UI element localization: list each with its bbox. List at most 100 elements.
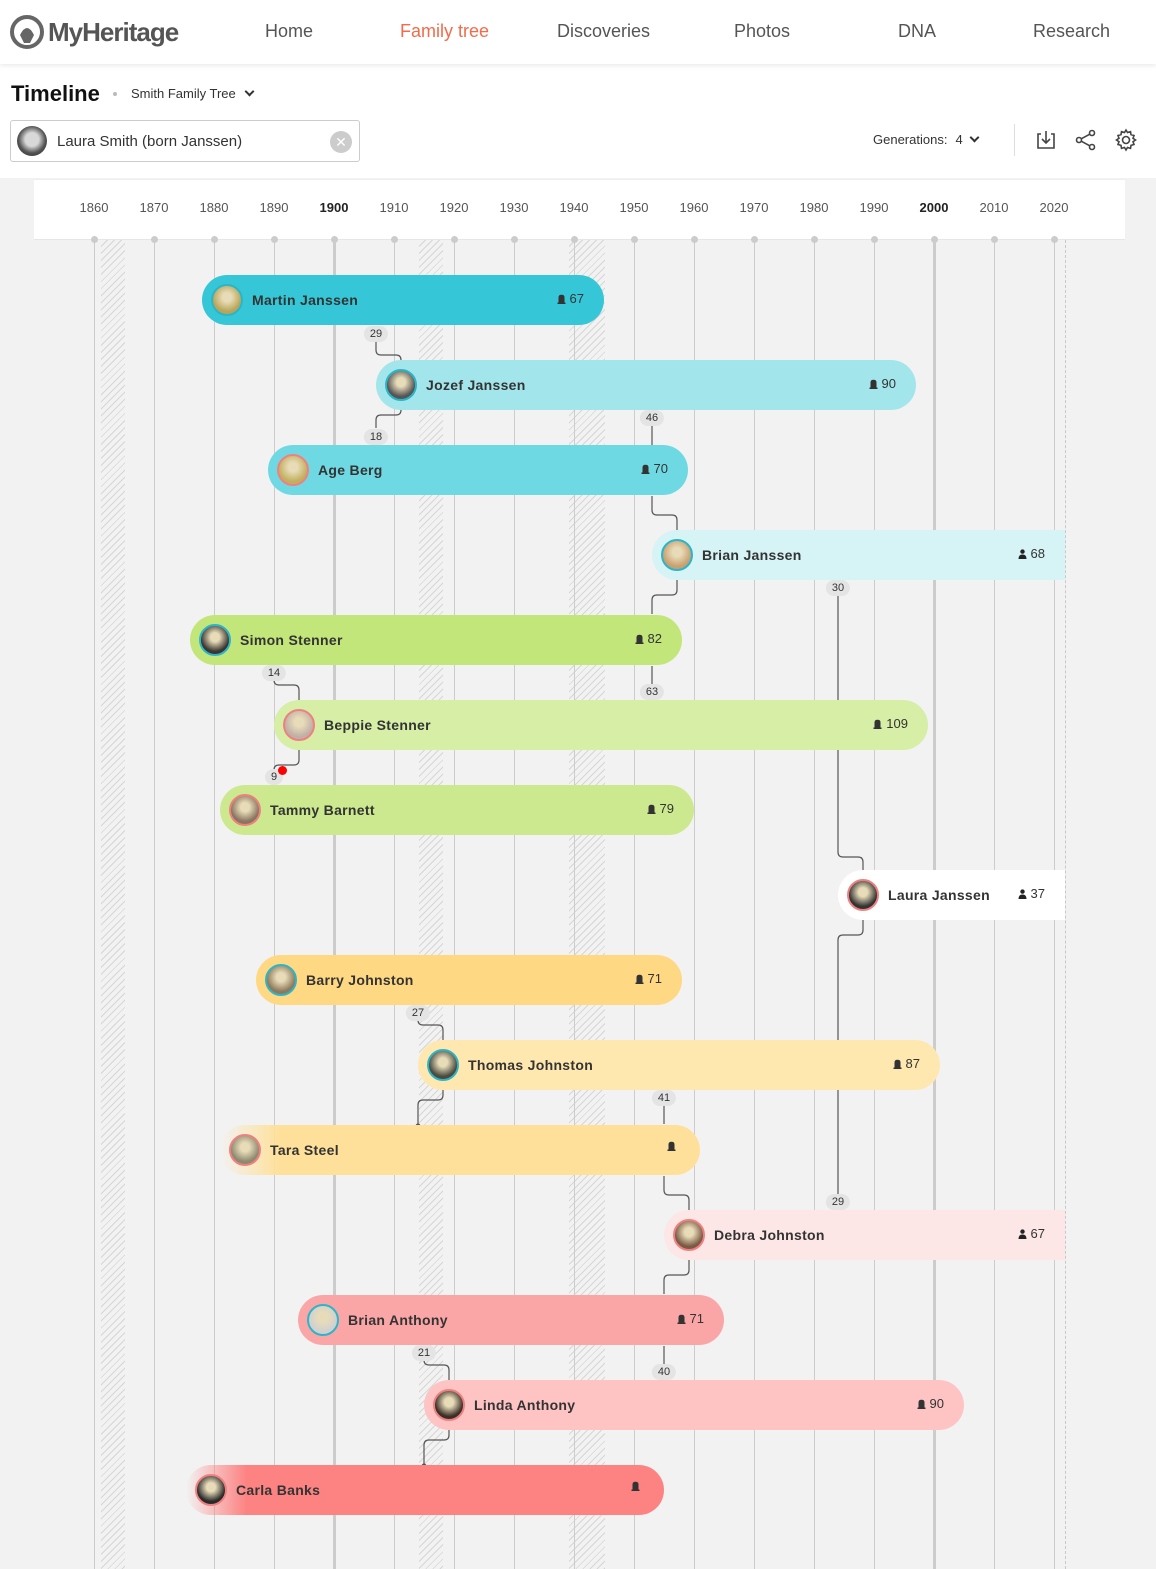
person-bar[interactable]: Age Berg 70 [268,445,688,495]
gridline-1890 [274,240,275,1569]
person-bar[interactable]: Brian Janssen 68 [652,530,1065,580]
nav-dna[interactable]: DNA [898,21,936,42]
person-avatar[interactable] [195,1474,227,1506]
tick-dot-1960 [691,236,698,243]
gear-icon[interactable] [1114,128,1138,152]
person-name: Brian Anthony [348,1312,448,1328]
person-bar[interactable]: Debra Johnston 67 [664,1210,1065,1260]
parent-age-badge: 46 [639,410,665,426]
tombstone-icon [677,1314,686,1324]
age-value: 68 [1030,546,1045,561]
tick-dot-1910 [391,236,398,243]
person-age: 79 [647,801,674,816]
gridline-1960 [694,240,695,1569]
person-avatar[interactable] [283,709,315,741]
parent-age-badge: 29 [363,326,389,342]
person-name: Tammy Barnett [270,802,375,818]
person-age [667,1141,680,1151]
parent-age-badge: 30 [825,580,851,596]
tick-dot-1970 [751,236,758,243]
generations-label: Generations: [873,132,948,147]
person-avatar[interactable] [211,284,243,316]
close-icon[interactable]: ✕ [330,131,352,153]
person-avatar[interactable] [265,964,297,996]
historical-period-shading [419,240,443,1569]
separator-dot [113,92,117,96]
present-day-line [1065,240,1066,1569]
person-age: 82 [635,631,662,646]
person-age: 71 [677,1311,704,1326]
gridline-1950 [634,240,635,1569]
age-value: 87 [905,1056,920,1071]
tick-dot-1900 [331,236,338,243]
person-avatar[interactable] [229,794,261,826]
connector-age-brian [651,496,678,532]
nav-photos[interactable]: Photos [734,21,790,42]
person-search[interactable]: ✕ [10,120,360,162]
age-value: 79 [659,801,674,816]
brand-logo[interactable]: MyHeritage [10,15,179,49]
tree-selector[interactable]: Smith Family Tree [131,86,255,101]
download-icon[interactable] [1034,128,1058,152]
parent-age-badge: 41 [651,1090,677,1106]
share-icon[interactable] [1074,128,1098,152]
person-avatar[interactable] [433,1389,465,1421]
tick-label-1870: 1870 [139,200,169,215]
parent-age-badge: 40 [651,1364,677,1380]
person-avatar[interactable] [847,879,879,911]
person-bar[interactable]: Tammy Barnett 79 [220,785,694,835]
tombstone-icon [635,974,644,984]
parent-age-badge: 63 [639,684,665,700]
person-avatar[interactable] [229,1134,261,1166]
living-person-icon [1018,888,1027,899]
connector-tara-debra [663,1176,690,1210]
person-bar[interactable]: Jozef Janssen 90 [376,360,916,410]
person-search-input[interactable] [57,132,317,150]
person-bar[interactable]: Thomas Johnston 87 [418,1040,940,1090]
person-bar[interactable]: Linda Anthony 90 [424,1380,964,1430]
generations-selector[interactable]: Generations: 4 [873,132,980,147]
person-avatar[interactable] [673,1219,705,1251]
tombstone-icon [631,1481,640,1491]
person-avatar[interactable] [307,1304,339,1336]
person-age: 68 [1018,546,1045,561]
nav-research[interactable]: Research [1033,21,1110,42]
tick-dot-2010 [991,236,998,243]
person-age: 37 [1018,886,1045,901]
person-bar[interactable]: Tara Steel [220,1125,700,1175]
parent-age-badge: 18 [363,429,389,445]
person-avatar[interactable] [427,1049,459,1081]
tick-dot-1880 [211,236,218,243]
tick-label-2010: 2010 [979,200,1009,215]
tombstone-icon [641,464,650,474]
nav-discoveries[interactable]: Discoveries [557,21,650,42]
person-avatar[interactable] [199,624,231,656]
person-age: 70 [641,461,668,476]
nav-family-tree[interactable]: Family tree [400,21,489,42]
person-bar[interactable]: Simon Stenner 82 [190,615,682,665]
connector-simon-brian [651,580,678,614]
tombstone-icon [635,634,644,644]
person-bar[interactable]: Brian Anthony 71 [298,1295,724,1345]
person-bar[interactable]: Martin Janssen 67 [202,275,604,325]
person-avatar[interactable] [661,539,693,571]
tombstone-icon [557,294,566,304]
person-avatar[interactable] [277,454,309,486]
nav-home[interactable]: Home [265,21,313,42]
person-name: Beppie Stenner [324,717,431,733]
gridline-1860 [94,240,95,1569]
person-bar[interactable]: Beppie Stenner 109 [274,700,928,750]
age-value: 67 [569,291,584,306]
person-bar[interactable]: Laura Janssen 37 [838,870,1065,920]
gridline-1900 [333,240,336,1569]
chevron-down-icon [969,132,980,143]
connector-martin-jozef [375,341,402,362]
parent-age-badge: 29 [825,1194,851,1210]
person-bar[interactable]: Carla Banks [186,1465,664,1515]
person-bar[interactable]: Barry Johnston 71 [256,955,682,1005]
gridline-1970 [754,240,755,1569]
person-avatar[interactable] [385,369,417,401]
tick-dot-1890 [271,236,278,243]
myheritage-logo-icon [10,15,44,49]
tick-label-1960: 1960 [679,200,709,215]
